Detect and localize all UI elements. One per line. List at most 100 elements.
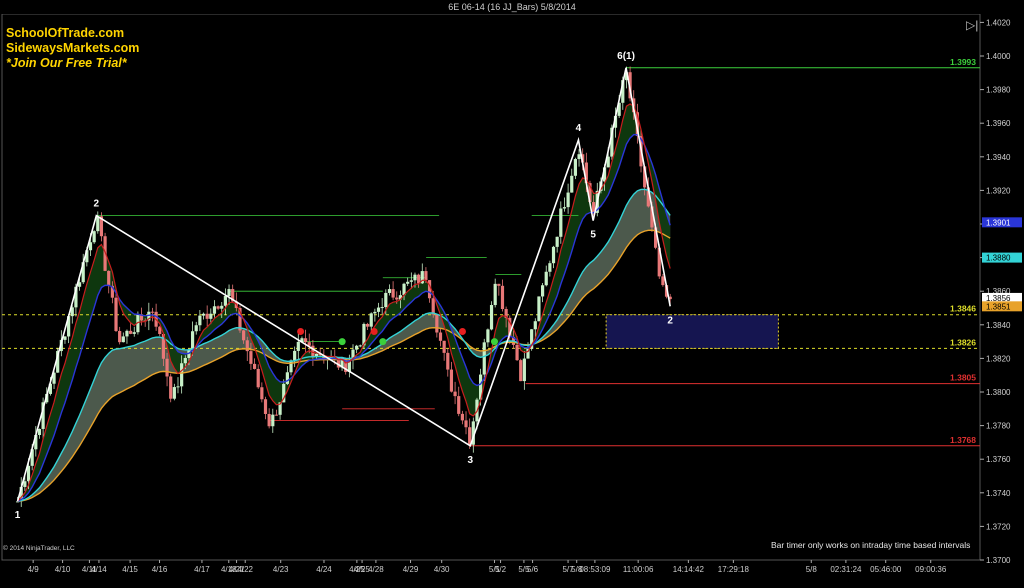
y-tick-label: 1.3720 <box>986 522 1011 531</box>
candle-body <box>63 336 67 340</box>
signal-dot-green <box>379 338 387 346</box>
candle-body <box>493 283 497 306</box>
candle-body <box>92 231 96 243</box>
candle-body <box>559 208 563 237</box>
candle-body <box>395 297 399 300</box>
play-icon[interactable]: ▷| <box>966 18 978 32</box>
wave-label: 2 <box>667 315 673 326</box>
signal-dot-red <box>458 328 466 336</box>
wave-label: 6(1) <box>617 51 635 62</box>
candle-body <box>573 159 577 176</box>
candle-body <box>424 271 428 281</box>
x-tick-label: 02:31:24 <box>830 565 862 574</box>
candle-body <box>577 154 581 160</box>
candle-body <box>289 360 293 373</box>
candle-body <box>449 369 454 392</box>
level-label: 1.3826 <box>950 337 976 347</box>
window-title: 6E 06-14 (16 JJ_Bars) 5/8/2014 <box>0 0 1024 14</box>
candle-body <box>661 276 665 286</box>
candle-body <box>129 330 133 334</box>
x-tick-label: 4/30 <box>434 565 450 574</box>
candle-body <box>519 360 523 382</box>
candle-body <box>391 289 395 298</box>
candle-body <box>252 363 257 369</box>
candle-body <box>417 274 421 284</box>
x-tick-label: 5/6 <box>527 565 539 574</box>
y-tick-label: 1.3960 <box>986 119 1011 128</box>
candle-body <box>486 329 490 343</box>
candle-body <box>442 340 446 353</box>
candle-body <box>453 391 457 397</box>
level-label: 1.3846 <box>950 304 976 314</box>
candle-body <box>227 289 231 297</box>
y-tick-label: 1.3780 <box>986 422 1011 431</box>
candle-body <box>23 481 27 487</box>
x-tick-label: 4/28 <box>368 565 384 574</box>
candle-body <box>296 341 300 351</box>
candle-body <box>515 344 519 361</box>
candle-body <box>125 330 129 337</box>
x-tick-label: 05:46:00 <box>870 565 902 574</box>
x-tick-label: 08:53:09 <box>579 565 611 574</box>
candle-body <box>544 271 548 286</box>
candle-body <box>376 307 381 312</box>
candle-body <box>464 420 468 428</box>
x-tick-label: 5/8 <box>806 565 818 574</box>
candle-body <box>566 192 570 208</box>
level-label: 1.3805 <box>950 373 976 383</box>
candle-body <box>212 306 217 314</box>
x-tick-label: 4/17 <box>194 565 210 574</box>
copyright-text: © 2014 NinjaTrader, LLC <box>3 545 75 552</box>
candle-body <box>201 313 206 316</box>
candle-body <box>497 283 501 286</box>
y-tick-label: 1.4020 <box>986 18 1011 27</box>
candle-body <box>438 332 443 341</box>
bar-timer-note: Bar timer only works on intraday time ba… <box>771 540 971 550</box>
candle-body <box>522 358 526 382</box>
price-chart[interactable]: 1.3993 1.3846 1.3826 1.3805 1.3768 1 2 3 4 5 6(1) 2… <box>0 14 1024 588</box>
candle-body <box>489 305 494 330</box>
candle-body <box>176 386 180 388</box>
candle-body <box>562 207 567 209</box>
level-label: 1.3993 <box>950 57 976 67</box>
candle-body <box>446 352 450 370</box>
candle-body <box>355 345 359 350</box>
x-tick-label: 17:29:18 <box>718 565 750 574</box>
candle-body <box>570 175 574 193</box>
y-tick-label: 1.3820 <box>986 354 1011 363</box>
candle-body <box>482 342 486 375</box>
x-tick-label: 4/9 <box>28 565 40 574</box>
candle-body <box>223 296 227 306</box>
wave-label: 2 <box>94 199 100 210</box>
wave-label: 4 <box>576 123 582 134</box>
candle-body <box>37 428 42 435</box>
candle-body <box>409 280 413 282</box>
candle-body <box>198 315 202 326</box>
y-tick-label: 1.3980 <box>986 86 1011 95</box>
y-tick-label: 1.3800 <box>986 388 1011 397</box>
candle-body <box>172 387 176 399</box>
x-tick-label: 4/22 <box>237 565 253 574</box>
candle-body <box>209 313 213 319</box>
y-tick-label: 1.3940 <box>986 153 1011 162</box>
x-tick-label: 4/15 <box>122 565 138 574</box>
price-tag-label: 1.3851 <box>986 302 1011 311</box>
y-tick-label: 1.3920 <box>986 186 1011 195</box>
candle-body <box>285 372 289 384</box>
wave-label: 1 <box>15 510 21 521</box>
candle-body <box>380 307 384 309</box>
candle-body <box>548 263 552 272</box>
candle-body <box>387 289 392 293</box>
candle-body <box>373 311 377 314</box>
x-tick-label: 4/23 <box>273 565 289 574</box>
candle-body <box>107 270 111 286</box>
candle-body <box>165 358 169 377</box>
candle-body <box>500 285 505 310</box>
candle-body <box>431 298 435 315</box>
candle-body <box>96 216 100 232</box>
candle-body <box>220 305 224 309</box>
x-tick-label: 4/24 <box>316 565 332 574</box>
y-tick-label: 1.3740 <box>986 489 1011 498</box>
level-label: 1.3768 <box>950 435 976 445</box>
candle-body <box>263 399 268 414</box>
